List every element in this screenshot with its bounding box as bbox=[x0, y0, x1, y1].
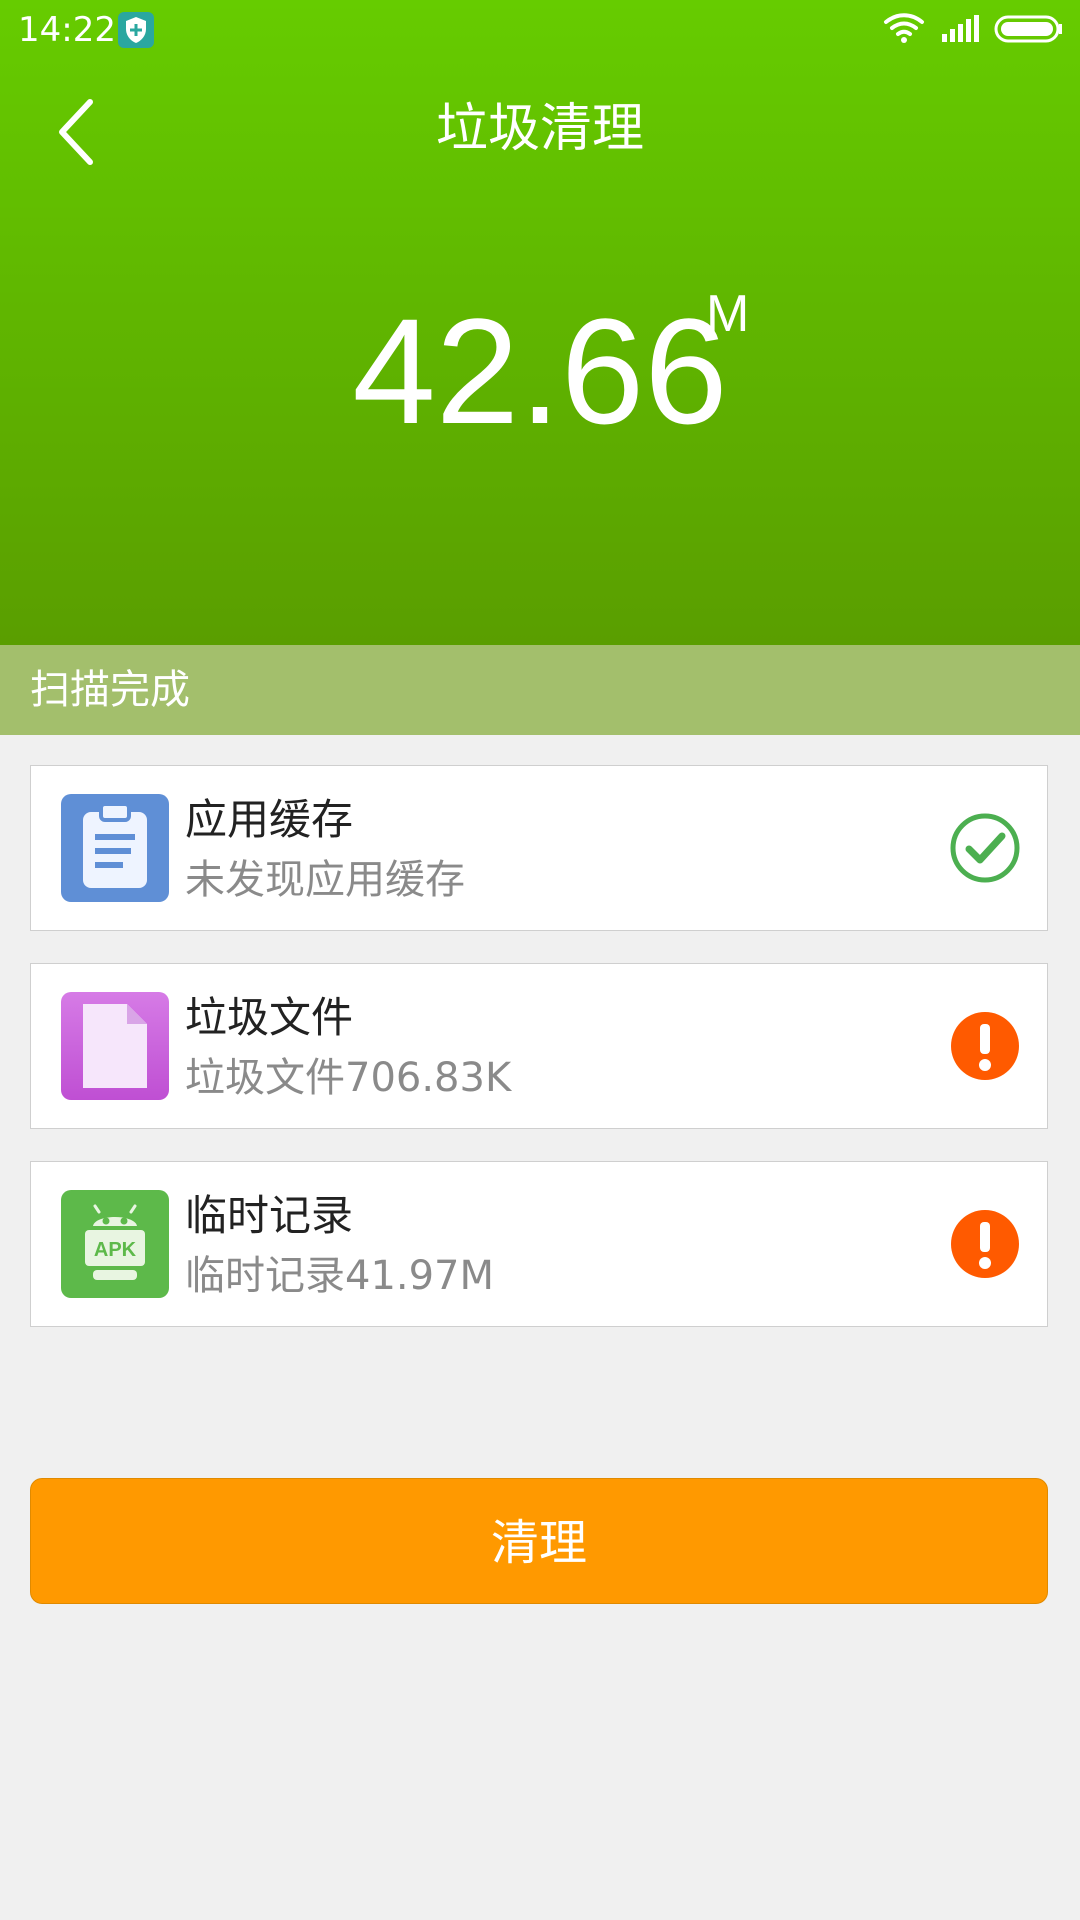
item-title: 垃圾文件 bbox=[185, 993, 354, 1042]
document-icon bbox=[61, 992, 169, 1100]
junk-item-junk-files[interactable]: 垃圾文件 垃圾文件706.83K bbox=[30, 963, 1048, 1129]
check-circle-icon bbox=[949, 812, 1021, 884]
junk-size-unit: M bbox=[706, 285, 750, 343]
item-subtitle: 垃圾文件706.83K bbox=[185, 1055, 512, 1101]
warning-icon bbox=[949, 1208, 1021, 1280]
wifi-icon bbox=[882, 12, 926, 46]
signal-icon bbox=[940, 14, 980, 44]
apk-android-icon: APK bbox=[61, 1190, 169, 1298]
clean-button[interactable]: 清理 bbox=[30, 1478, 1048, 1604]
junk-item-temp-records[interactable]: APK 临时记录 临时记录41.97M bbox=[30, 1161, 1048, 1327]
scan-status-bar: 扫描完成 bbox=[0, 645, 1080, 735]
status-time: 14:22 bbox=[18, 10, 116, 50]
item-title: 应用缓存 bbox=[185, 795, 354, 844]
clipboard-icon bbox=[61, 794, 169, 902]
status-bar: 14:22 bbox=[0, 0, 1080, 60]
svg-text:APK: APK bbox=[94, 1239, 137, 1261]
item-title: 临时记录 bbox=[185, 1191, 354, 1240]
warning-icon bbox=[949, 1010, 1021, 1082]
item-subtitle: 临时记录41.97M bbox=[185, 1253, 495, 1299]
header-panel: 14:22 垃圾清理 42.66 M bbox=[0, 0, 1080, 645]
shield-icon bbox=[118, 12, 154, 48]
junk-size-value: 42.66 bbox=[0, 286, 1080, 456]
page-title: 垃圾清理 bbox=[435, 99, 644, 159]
junk-size-number: 42.66 bbox=[352, 287, 728, 455]
junk-item-app-cache[interactable]: 应用缓存 未发现应用缓存 bbox=[30, 765, 1048, 931]
scan-status-label: 扫描完成 bbox=[30, 667, 190, 713]
battery-icon bbox=[994, 14, 1064, 44]
item-subtitle: 未发现应用缓存 bbox=[185, 857, 465, 903]
junk-cleaner-screen: 14:22 垃圾清理 42.66 M 扫描完成 应用缓存 未发现应用缓存 垃圾文… bbox=[0, 0, 1080, 1920]
